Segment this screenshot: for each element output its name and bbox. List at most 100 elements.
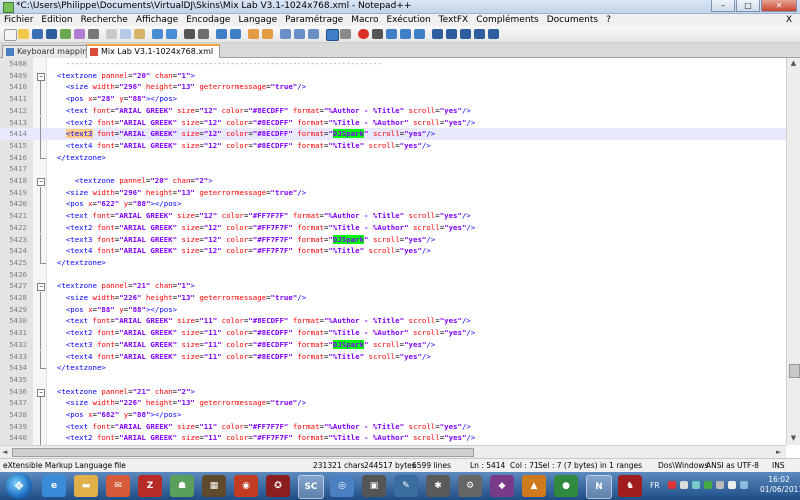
code-line[interactable]: 5432 <text3 font="ARIAL GREEK" size="11"… xyxy=(0,338,786,351)
vertical-scrollbar[interactable]: ▲ ▼ xyxy=(786,58,800,445)
menu-documents[interactable]: Documents xyxy=(543,14,602,26)
all-chars-icon[interactable] xyxy=(294,29,305,39)
menu-langage[interactable]: Langage xyxy=(234,14,281,26)
sort-icon[interactable] xyxy=(474,29,485,39)
code-line[interactable]: 5414 <text3 font="ARIAL GREEK" size="12"… xyxy=(0,128,786,140)
code-line[interactable]: 5413 <text2 font="ARIAL GREEK" size="12"… xyxy=(0,116,786,129)
scroll-left-arrow-icon[interactable]: ◄ xyxy=(2,446,7,458)
red-app-icon[interactable]: ♞ xyxy=(618,475,642,497)
clock[interactable]: 16:02 01/06/2011 xyxy=(760,475,800,495)
copy-icon[interactable] xyxy=(120,29,131,39)
close-document-button[interactable]: X xyxy=(782,14,796,26)
zoom-in-icon[interactable] xyxy=(216,29,227,39)
code-line[interactable]: 5430 <text font="ARIAL GREEK" size="11" … xyxy=(0,315,786,328)
play-macro-icon[interactable] xyxy=(386,29,397,39)
code-line[interactable]: 5436 − <textzone pannel="21" chan="2"> xyxy=(0,386,786,398)
play-multiple-icon[interactable] xyxy=(400,29,411,39)
battery-icon[interactable] xyxy=(740,481,748,489)
code-line[interactable]: 5431 <text2 font="ARIAL GREEK" size="11"… xyxy=(0,327,786,339)
code-line[interactable]: 5411 <pos x="28" y="88"></pos> xyxy=(0,93,786,105)
sync-h-icon[interactable] xyxy=(262,29,273,39)
save-macro-icon[interactable] xyxy=(414,29,425,39)
code-line[interactable]: 5410 <size width="296" height="13" geter… xyxy=(0,81,786,94)
code-line[interactable]: 5422 <text2 font="ARIAL GREEK" size="12"… xyxy=(0,221,786,234)
start-button[interactable]: ❖ xyxy=(6,473,32,499)
text-fx-icon[interactable] xyxy=(432,29,443,39)
code-line[interactable]: 5425 </textzone> xyxy=(0,256,786,269)
close-file-icon[interactable] xyxy=(60,29,71,39)
code-line[interactable]: 5416 </textzone> xyxy=(0,151,786,164)
replace-icon[interactable] xyxy=(198,29,209,39)
notepad-plus-plus-task-icon[interactable]: N xyxy=(586,475,612,499)
language-indicator[interactable]: FR xyxy=(650,481,660,490)
code-line[interactable]: 5433 <text4 font="ARIAL GREEK" size="11"… xyxy=(0,350,786,363)
menu-macro[interactable]: Macro xyxy=(347,14,382,26)
word-wrap-icon[interactable] xyxy=(280,29,291,39)
app-icon[interactable]: ✪ xyxy=(266,475,290,497)
purple-app-icon[interactable]: ◆ xyxy=(490,475,514,497)
fold-toggle-icon[interactable]: − xyxy=(37,178,45,186)
code-line[interactable]: 5440 <text2 font="ARIAL GREEK" size="11"… xyxy=(0,432,786,445)
menu-parametrage[interactable]: Paramétrage xyxy=(281,14,347,26)
green-app-icon[interactable]: ● xyxy=(554,475,578,497)
print-icon[interactable] xyxy=(88,29,99,39)
edit-icon[interactable]: ✎ xyxy=(394,475,418,497)
scroll-down-arrow-icon[interactable]: ▼ xyxy=(789,434,798,443)
code-line[interactable]: 5421 <text font="ARIAL GREEK" size="12" … xyxy=(0,210,786,222)
menu-affichage[interactable]: Affichage xyxy=(132,14,182,26)
code-line[interactable]: 5419 <size width="296" height="13" geter… xyxy=(0,186,786,199)
code-line[interactable]: 5415 <text4 font="ARIAL GREEK" size="12"… xyxy=(0,139,786,152)
save-all-icon[interactable] xyxy=(46,29,57,39)
media-icon[interactable]: ▦ xyxy=(202,475,226,497)
code-line[interactable]: 5418 − <textzone pannel="20" chan="2"> xyxy=(0,175,786,187)
new-file-icon[interactable] xyxy=(4,29,17,41)
doc-map-icon[interactable] xyxy=(340,29,351,39)
tab-mix-lab[interactable]: Mix Lab V3.1-1024x768.xml xyxy=(86,44,221,59)
menu-encodage[interactable]: Encodage xyxy=(182,14,234,26)
code-line[interactable]: 5437 <size width="226" height="13" geter… xyxy=(0,397,786,409)
fold-toggle-icon[interactable]: − xyxy=(37,388,45,397)
menu-edition[interactable]: Edition xyxy=(37,14,76,26)
fold-toggle-icon[interactable]: − xyxy=(37,72,45,81)
code-line[interactable]: 5435 xyxy=(0,374,786,386)
filezilla-icon[interactable]: Z xyxy=(138,475,162,497)
network-icon[interactable]: ☗ xyxy=(170,475,194,497)
ie-icon[interactable]: e xyxy=(42,475,66,497)
paste-icon[interactable] xyxy=(134,29,145,39)
menu-execution[interactable]: Exécution xyxy=(382,14,434,26)
fold-toggle-icon[interactable]: − xyxy=(37,283,45,292)
antivirus-icon[interactable] xyxy=(668,481,676,489)
sc-icon[interactable]: SC xyxy=(298,475,324,499)
arrow-icon[interactable] xyxy=(680,481,688,489)
code-line[interactable]: 5423 <text3 font="ARIAL GREEK" size="12"… xyxy=(0,233,786,246)
open-file-icon[interactable] xyxy=(18,29,29,39)
code-line[interactable]: 5426 xyxy=(0,269,786,281)
undo-icon[interactable] xyxy=(152,29,163,39)
power-icon[interactable] xyxy=(704,481,712,489)
horizontal-scroll-thumb[interactable] xyxy=(12,448,474,457)
find-icon[interactable] xyxy=(184,29,195,39)
menu-complements[interactable]: Compléments xyxy=(472,14,543,26)
code-line[interactable]: 5428 <size width="226" height="13" geter… xyxy=(0,292,786,304)
code-line[interactable]: 5409 − <textzone pannel="20" chan="1"> xyxy=(0,70,786,82)
tools-icon[interactable]: ✱ xyxy=(426,475,450,497)
cut-icon[interactable] xyxy=(106,29,117,39)
disk-icon[interactable]: ▣ xyxy=(362,475,386,497)
stop-macro-icon[interactable] xyxy=(372,29,383,39)
network-tray-icon[interactable] xyxy=(692,481,700,489)
close-button[interactable]: ✕ xyxy=(761,0,797,12)
menu-help[interactable]: ? xyxy=(602,14,615,26)
cd-icon[interactable]: ◎ xyxy=(330,475,354,497)
vlc-icon[interactable]: ▲ xyxy=(522,475,546,497)
vertical-scroll-thumb[interactable] xyxy=(789,364,800,378)
close-all-icon[interactable] xyxy=(74,29,85,39)
scroll-right-arrow-icon[interactable]: ► xyxy=(776,446,781,458)
code-line[interactable]: 5420 <pos x="622" y="88"></pos> xyxy=(0,198,786,211)
arrow-up-icon[interactable] xyxy=(446,29,457,39)
code-line[interactable]: 5412 <text font="ARIAL GREEK" size="12" … xyxy=(0,104,786,117)
volume-icon[interactable] xyxy=(728,481,736,489)
record-macro-icon[interactable] xyxy=(358,29,369,39)
minimize-button[interactable]: – xyxy=(711,0,735,12)
redo-icon[interactable] xyxy=(166,29,177,39)
horizontal-scrollbar[interactable]: ◄ ► xyxy=(0,445,786,458)
